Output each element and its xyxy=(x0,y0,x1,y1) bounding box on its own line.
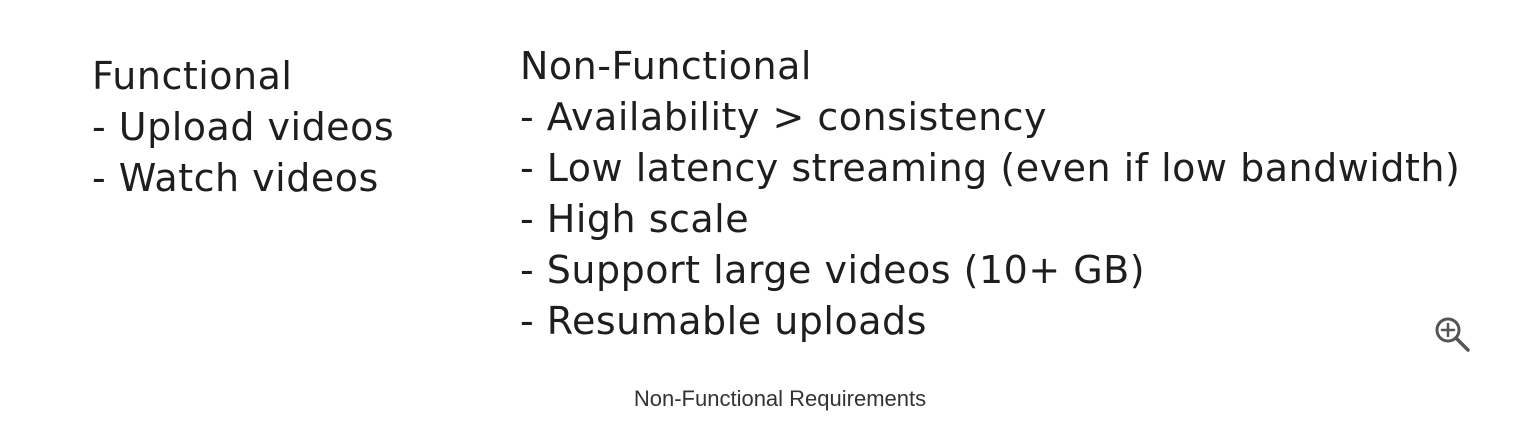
non-functional-title: Non-Functional xyxy=(520,44,812,88)
functional-title: Functional xyxy=(92,54,293,98)
zoom-in-button[interactable] xyxy=(1432,314,1472,354)
functional-requirements-column: Functional - Upload videos - Watch video… xyxy=(92,51,394,204)
non-functional-item-scale: - High scale xyxy=(520,197,750,241)
functional-item-upload: - Upload videos xyxy=(92,105,395,149)
diagram-figure: Functional - Upload videos - Watch video… xyxy=(0,0,1532,428)
non-functional-item-resumable: - Resumable uploads xyxy=(520,299,927,343)
non-functional-requirements-column: Non-Functional - Availability > consiste… xyxy=(520,41,1460,347)
non-functional-item-availability: - Availability > consistency xyxy=(520,95,1048,139)
non-functional-item-latency: - Low latency streaming (even if low ban… xyxy=(520,146,1461,190)
non-functional-item-large-videos: - Support large videos (10+ GB) xyxy=(520,248,1146,292)
zoom-in-icon xyxy=(1435,317,1470,352)
figure-caption: Non-Functional Requirements xyxy=(633,386,927,411)
functional-item-watch: - Watch videos xyxy=(92,156,379,200)
